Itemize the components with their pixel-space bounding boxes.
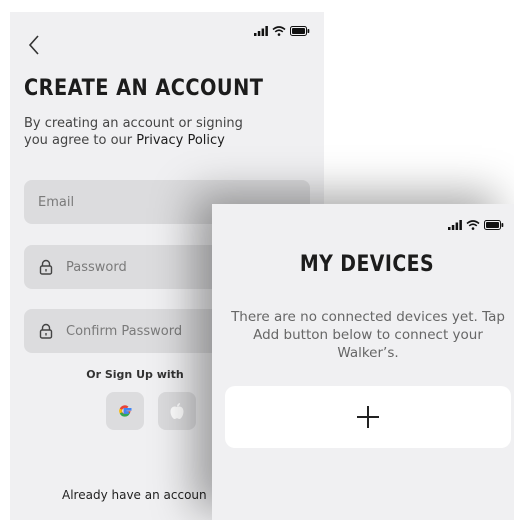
confirm-password-placeholder: Confirm Password xyxy=(66,323,183,339)
google-icon xyxy=(119,405,132,417)
devices-title: MY DEVICES xyxy=(299,252,435,277)
already-have-account-text[interactable]: Already have an accoun xyxy=(62,488,207,502)
empty-state-message: There are no connected devices yet. Tap … xyxy=(231,309,505,361)
battery-icon xyxy=(484,220,504,230)
apple-signup-button[interactable] xyxy=(158,392,196,430)
devices-screen: MY DEVICES There are no connected device… xyxy=(212,204,514,520)
privacy-policy-link[interactable]: Privacy Policy xyxy=(136,133,225,148)
status-bar xyxy=(448,220,504,230)
apple-icon xyxy=(170,403,184,419)
chevron-left-icon[interactable] xyxy=(24,32,46,58)
google-signup-button[interactable] xyxy=(106,392,144,430)
battery-icon xyxy=(290,26,310,36)
email-placeholder: Email xyxy=(38,194,75,210)
page-title: CREATE AN ACCOUNT xyxy=(24,76,264,101)
signal-icon xyxy=(254,26,268,36)
wifi-icon xyxy=(466,220,480,230)
signal-icon xyxy=(448,220,462,230)
wifi-icon xyxy=(272,26,286,36)
add-device-button[interactable] xyxy=(225,386,511,448)
lock-icon xyxy=(39,259,53,275)
password-placeholder: Password xyxy=(66,259,127,275)
terms-text: By creating an account or signing you ag… xyxy=(24,116,243,148)
status-bar xyxy=(254,26,310,36)
lock-icon xyxy=(39,323,53,339)
plus-icon xyxy=(357,406,379,428)
